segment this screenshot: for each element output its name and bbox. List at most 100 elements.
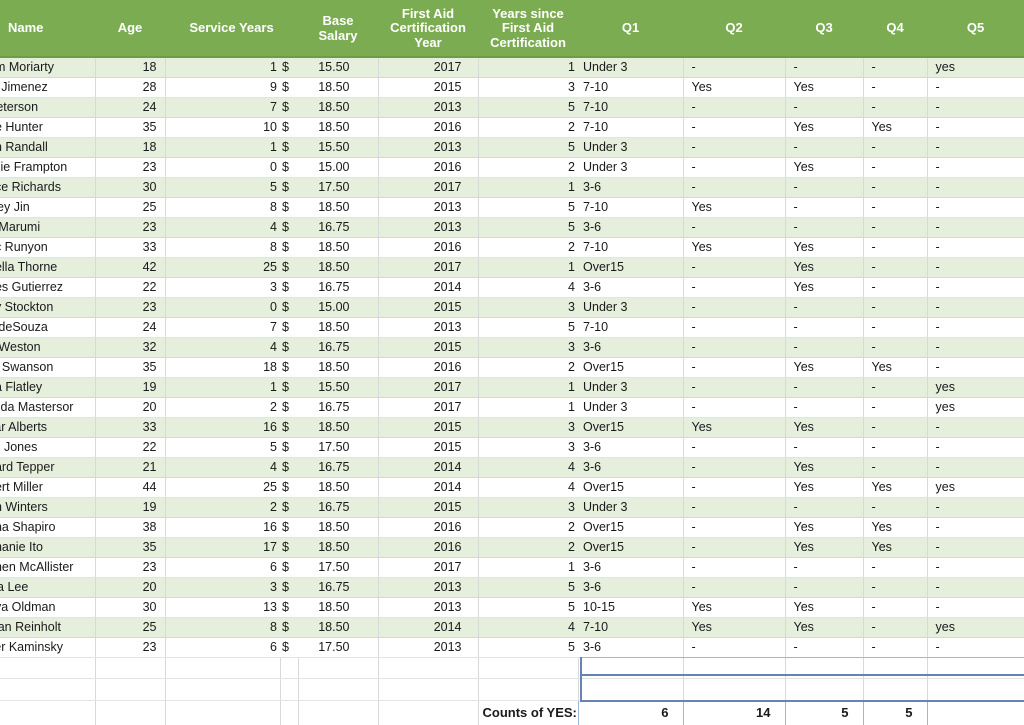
cell-q5[interactable]: yes [927, 617, 1024, 638]
cell-first-aid-cert-year[interactable]: 2015 [378, 77, 479, 98]
currency-symbol[interactable]: $ [280, 497, 298, 518]
cell-name[interactable]: bella Thorne [0, 257, 96, 278]
cell-age[interactable]: 28 [95, 77, 166, 98]
cell-first-aid-cert-year[interactable]: 2016 [378, 157, 479, 178]
cell-q3[interactable]: - [785, 637, 864, 658]
totals-row[interactable]: Counts of YES: 6 14 5 5 [0, 700, 1024, 724]
cell-service-years[interactable]: 2 [165, 497, 280, 518]
cell-q3[interactable]: Yes [785, 117, 864, 138]
cell-base-salary[interactable]: 18.50 [298, 537, 379, 558]
cell-years-since-cert[interactable]: 4 [478, 477, 578, 498]
cell-q5[interactable]: - [927, 197, 1024, 218]
cell-q3[interactable]: - [785, 57, 864, 78]
cell-q3[interactable]: Yes [785, 257, 864, 278]
cell-service-years[interactable]: 2 [165, 397, 280, 418]
cell-q2[interactable]: - [683, 437, 786, 458]
table-row[interactable]: stan Reinholt258$18.50201447-10YesYes-ye… [0, 617, 1024, 638]
cell-years-since-cert[interactable]: 2 [478, 357, 578, 378]
cell-q1[interactable]: 3-6 [578, 337, 684, 358]
cell-q4[interactable]: - [863, 97, 928, 118]
cell-service-years[interactable]: 8 [165, 237, 280, 258]
cell-service-years[interactable]: 17 [165, 537, 280, 558]
currency-symbol[interactable]: $ [280, 357, 298, 378]
cell-service-years[interactable]: 25 [165, 257, 280, 278]
cell-age[interactable]: 20 [95, 577, 166, 598]
cell-q4[interactable]: - [863, 297, 928, 318]
cell-q4[interactable]: - [863, 217, 928, 238]
cell-age[interactable]: 30 [95, 597, 166, 618]
cell-first-aid-cert-year[interactable]: 2017 [378, 557, 479, 578]
cell-q4[interactable]: - [863, 377, 928, 398]
cell-q1[interactable]: 3-6 [578, 177, 684, 198]
currency-symbol[interactable]: $ [280, 397, 298, 418]
cell-q5[interactable]: - [927, 157, 1024, 178]
cell-q1[interactable]: 3-6 [578, 437, 684, 458]
cell-years-since-cert[interactable]: 1 [478, 177, 578, 198]
cell-first-aid-cert-year[interactable]: 2014 [378, 477, 479, 498]
employee-table[interactable]: Name Age Service Years Base Salary First … [0, 0, 1024, 725]
cell-q3[interactable]: - [785, 197, 864, 218]
cell-q4[interactable]: Yes [863, 357, 928, 378]
cell-name[interactable]: ey Stockton [0, 297, 96, 318]
currency-symbol[interactable]: $ [280, 537, 298, 558]
col-header-first-aid-cert-year[interactable]: First Aid Certification Year [378, 0, 478, 57]
currency-symbol[interactable]: $ [280, 637, 298, 658]
cell-base-salary[interactable]: 18.50 [298, 517, 379, 538]
empty-cell[interactable] [165, 700, 281, 724]
cell-first-aid-cert-year[interactable]: 2017 [378, 397, 479, 418]
cell-q4[interactable]: Yes [863, 477, 928, 498]
cell-q4[interactable]: - [863, 157, 928, 178]
cell-q3[interactable]: Yes [785, 457, 864, 478]
currency-symbol[interactable]: $ [280, 197, 298, 218]
empty-cell[interactable] [0, 700, 96, 724]
cell-first-aid-cert-year[interactable]: 2017 [378, 377, 479, 398]
cell-age[interactable]: 35 [95, 537, 166, 558]
cell-age[interactable]: 18 [95, 137, 166, 158]
table-row[interactable]: lter Kaminsky236$17.50201353-6---- [0, 637, 1024, 658]
cell-name[interactable]: en Randall [0, 137, 96, 158]
empty-cell[interactable] [478, 657, 579, 679]
cell-q2[interactable]: Yes [683, 77, 786, 98]
cell-first-aid-cert-year[interactable]: 2016 [378, 517, 479, 538]
cell-years-since-cert[interactable]: 1 [478, 257, 578, 278]
cell-years-since-cert[interactable]: 1 [478, 397, 578, 418]
cell-q3[interactable]: - [785, 577, 864, 598]
currency-symbol[interactable]: $ [280, 297, 298, 318]
cell-service-years[interactable]: 5 [165, 437, 280, 458]
cell-base-salary[interactable]: 15.50 [298, 377, 379, 398]
cell-base-salary[interactable]: 15.00 [298, 157, 379, 178]
cell-base-salary[interactable]: 18.50 [298, 357, 379, 378]
table-row[interactable]: o Marumi234$16.75201353-6---- [0, 217, 1024, 238]
cell-service-years[interactable]: 7 [165, 97, 280, 118]
cell-first-aid-cert-year[interactable]: 2016 [378, 237, 479, 258]
cell-q4[interactable]: - [863, 637, 928, 658]
cell-base-salary[interactable]: 18.50 [298, 477, 379, 498]
cell-age[interactable]: 25 [95, 617, 166, 638]
cell-q1[interactable]: 7-10 [578, 77, 684, 98]
table-row[interactable]: phanie Ito3517$18.5020162Over15-YesYes- [0, 537, 1024, 558]
cell-age[interactable]: 23 [95, 297, 166, 318]
table-row[interactable]: car Alberts3316$18.5020153Over15YesYes-- [0, 417, 1024, 438]
cell-q4[interactable]: - [863, 417, 928, 438]
cell-name[interactable]: yley Jin [0, 197, 96, 218]
cell-service-years[interactable]: 0 [165, 157, 280, 178]
empty-cell[interactable] [95, 678, 166, 701]
table-row[interactable]: m Swanson3518$18.5020162Over15-YesYes- [0, 357, 1024, 378]
currency-symbol[interactable]: $ [280, 57, 298, 78]
col-header-q5[interactable]: Q5 [927, 0, 1024, 57]
table-row[interactable]: ssie Frampton230$15.0020162Under 3-Yes-- [0, 157, 1024, 178]
cell-q1[interactable]: Over15 [578, 357, 684, 378]
cell-q2[interactable]: Yes [683, 597, 786, 618]
cell-q1[interactable]: 7-10 [578, 117, 684, 138]
cell-service-years[interactable]: 10 [165, 117, 280, 138]
currency-symbol[interactable]: $ [280, 177, 298, 198]
cell-q2[interactable]: - [683, 357, 786, 378]
cell-first-aid-cert-year[interactable]: 2015 [378, 417, 479, 438]
cell-q2[interactable]: - [683, 177, 786, 198]
cell-age[interactable]: 25 [95, 197, 166, 218]
cell-service-years[interactable]: 16 [165, 517, 280, 538]
counts-of-yes-q4[interactable]: 5 [785, 700, 864, 724]
col-header-base-salary[interactable]: Base Salary [298, 0, 378, 57]
cell-age[interactable]: 21 [95, 457, 166, 478]
table-row[interactable]: Peterson247$18.50201357-10---- [0, 97, 1024, 118]
